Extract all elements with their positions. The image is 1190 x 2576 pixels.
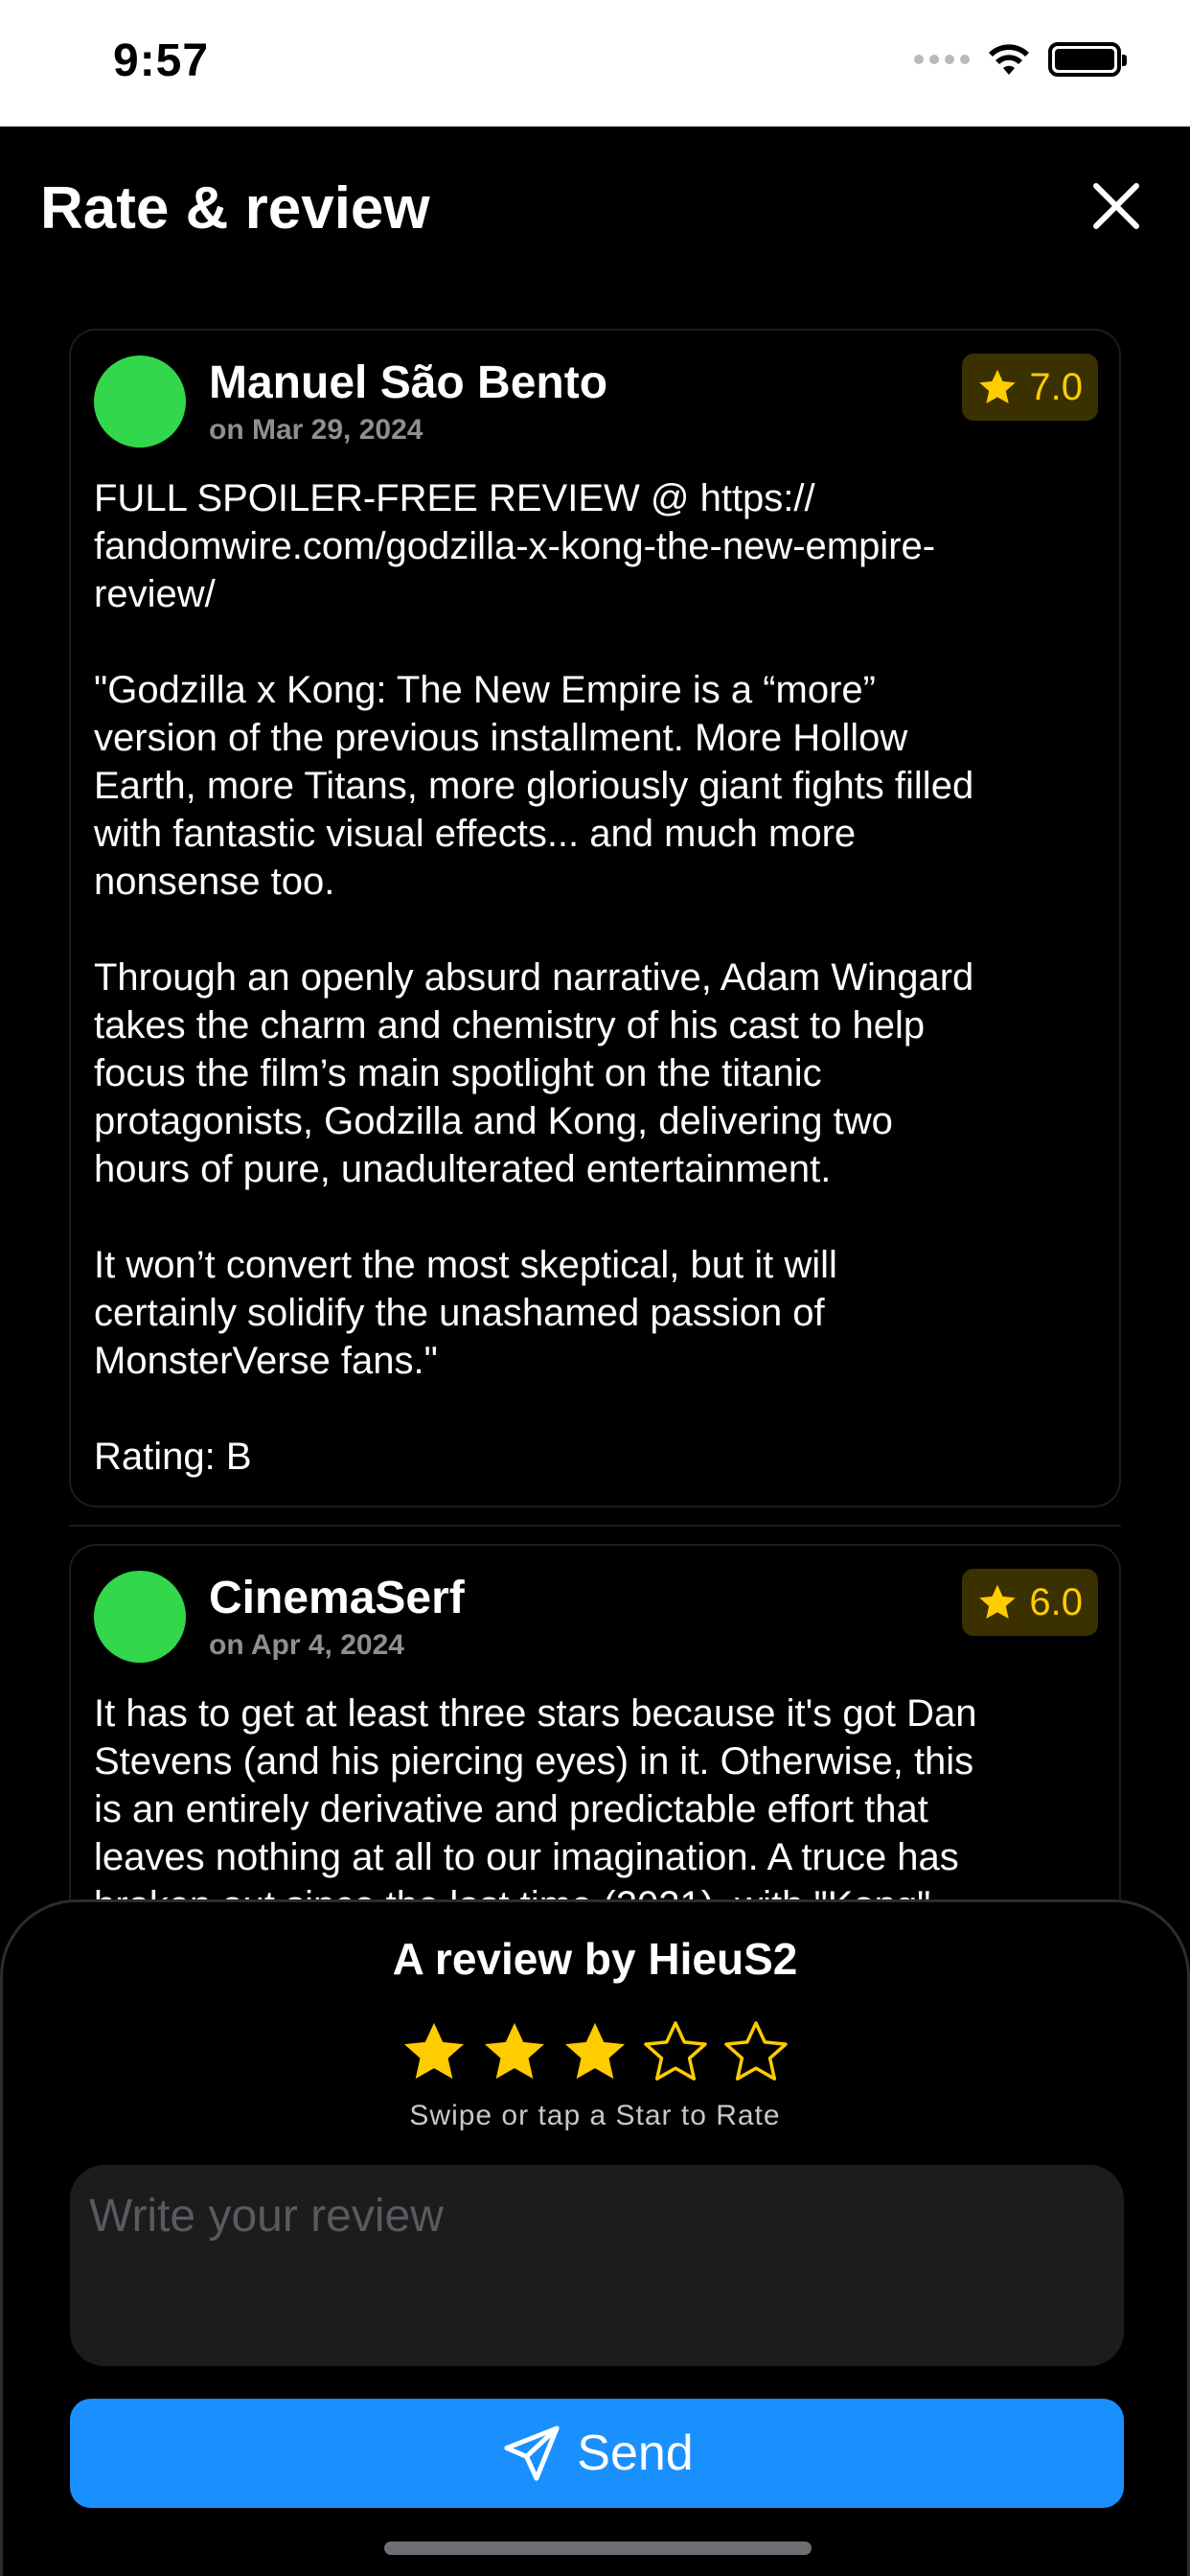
header: Rate & review xyxy=(0,126,1190,289)
review-date: on Mar 29, 2024 xyxy=(209,414,423,446)
rating-badge: 6.0 xyxy=(962,1569,1098,1636)
review-card: CinemaSerf on Apr 4, 2024 6.0 It has to … xyxy=(69,1544,1121,1900)
star-icon xyxy=(979,1584,1017,1620)
review-input[interactable] xyxy=(70,2165,1124,2366)
star-filled-icon[interactable] xyxy=(398,2015,470,2088)
review-date: on Apr 4, 2024 xyxy=(209,1629,404,1661)
close-icon[interactable] xyxy=(1085,174,1148,238)
review-card: Manuel São Bento on Mar 29, 2024 7.0 FUL… xyxy=(69,329,1121,1507)
rating-hint: Swipe or tap a Star to Rate xyxy=(409,2100,781,2131)
paper-plane-icon xyxy=(504,2426,560,2481)
divider xyxy=(69,1525,1121,1527)
avatar xyxy=(94,356,186,448)
send-button[interactable]: Send xyxy=(70,2399,1124,2508)
star-icon xyxy=(979,369,1017,404)
reviews-list[interactable]: Manuel São Bento on Mar 29, 2024 7.0 FUL… xyxy=(69,329,1121,1900)
star-filled-icon[interactable] xyxy=(478,2015,551,2088)
wifi-icon xyxy=(989,44,1029,75)
status-bar: 9:57 xyxy=(0,0,1190,126)
status-time: 9:57 xyxy=(113,35,210,86)
rating-value: 6.0 xyxy=(1029,1580,1083,1623)
signal-icon xyxy=(914,55,970,64)
battery-icon xyxy=(1048,42,1127,77)
avatar xyxy=(94,1571,186,1663)
star-empty-icon[interactable] xyxy=(720,2015,792,2088)
send-label: Send xyxy=(577,2426,694,2481)
review-text: It has to get at least three stars becau… xyxy=(94,1692,977,1900)
review-sheet: A review by HieuS2 Swipe or tap a Star t… xyxy=(0,1899,1190,2576)
review-text: FULL SPOILER-FREE REVIEW @ https:// fand… xyxy=(94,477,974,1478)
status-icons xyxy=(914,42,1127,77)
rating-value: 7.0 xyxy=(1029,365,1083,408)
page-title: Rate & review xyxy=(40,175,430,242)
sheet-title: A review by HieuS2 xyxy=(392,1934,798,1984)
star-rating[interactable] xyxy=(3,2015,1187,2088)
home-indicator xyxy=(384,2542,812,2555)
star-filled-icon[interactable] xyxy=(559,2015,631,2088)
star-empty-icon[interactable] xyxy=(639,2015,712,2088)
rating-badge: 7.0 xyxy=(962,354,1098,421)
